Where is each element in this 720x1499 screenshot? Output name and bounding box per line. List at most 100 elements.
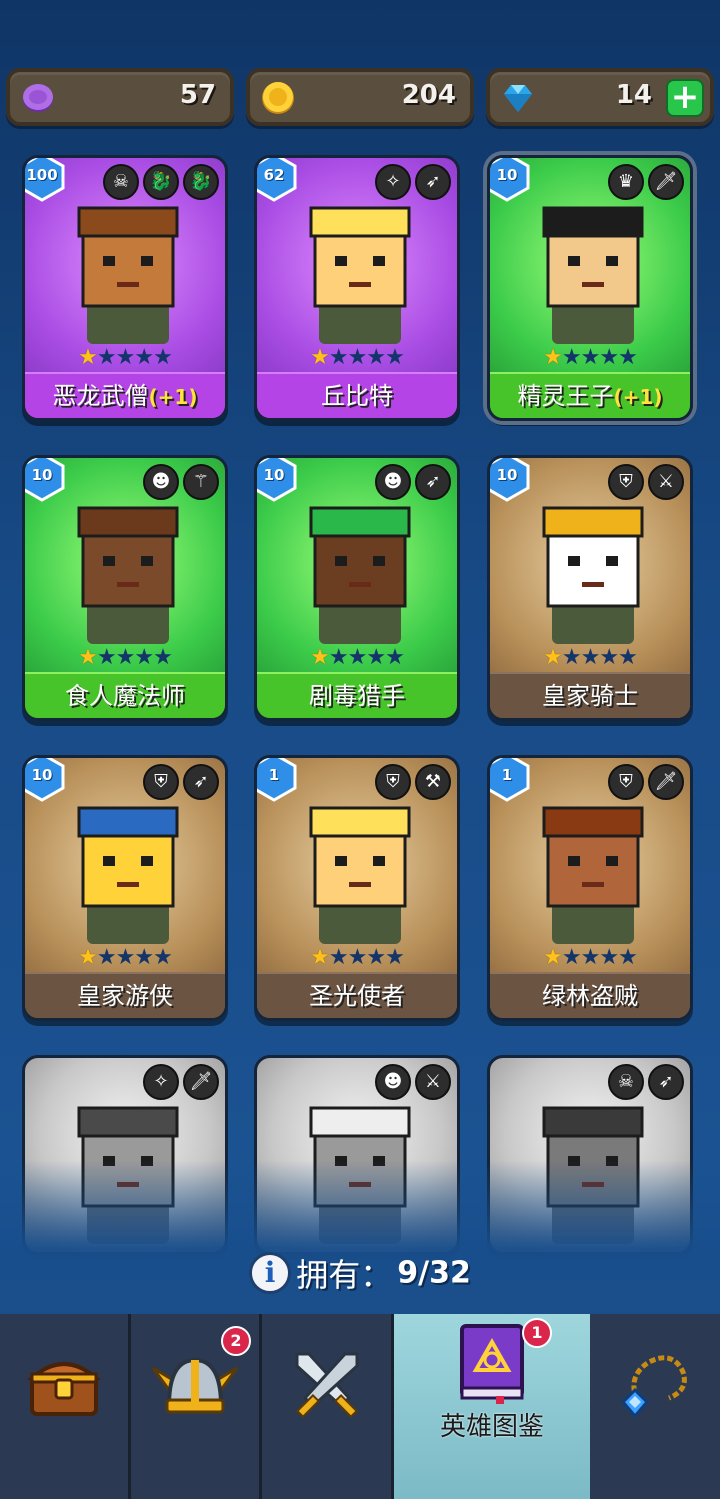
tab-heroes-upgrade[interactable]: 2 xyxy=(131,1314,262,1499)
hero-card[interactable]: 10 ☻ ⚚ ★★★★★ 食人魔法师 xyxy=(22,455,228,721)
hero-level: 10 xyxy=(496,466,518,484)
star-empty-icon: ★ xyxy=(347,645,368,670)
star-empty-icon: ★ xyxy=(328,645,349,670)
star-empty-icon: ★ xyxy=(153,945,173,970)
hero-card[interactable]: 100 ☠ 🐉 🐉 ★★★★★ 恶龙武僧(+1) xyxy=(22,155,228,421)
hero-card[interactable]: 10 ♛ 🗡 ★★★★★ 精灵王子(+1) xyxy=(487,155,693,421)
hero-name-bar: 精灵王子(+1) xyxy=(490,372,690,418)
notification-badge: 1 xyxy=(522,1318,552,1348)
hero-name: 丘比特 xyxy=(321,382,393,410)
hero-portrait xyxy=(542,206,644,344)
hero-stars: ★★★★★ xyxy=(490,646,690,670)
hero-level: 10 xyxy=(263,466,285,484)
star-filled-icon: ★ xyxy=(543,645,563,670)
hero-name-bar: 绿林盗贼 xyxy=(490,972,690,1018)
star-empty-icon: ★ xyxy=(561,345,582,370)
star-filled-icon: ★ xyxy=(310,945,330,970)
hero-level: 10 xyxy=(31,466,53,484)
hero-card[interactable]: 62 ✧ ➶ ★★★★★ 丘比特 xyxy=(254,155,460,421)
notification-badge: 2 xyxy=(221,1326,251,1356)
hero-card[interactable]: 10 ⛨ ➶ ★★★★★ 皇家游侠 xyxy=(22,755,228,1021)
hero-card[interactable]: 10 ☻ ➶ ★★★★★ 剧毒猎手 xyxy=(254,455,460,721)
hero-stars: ★★★★★ xyxy=(25,646,225,670)
hero-stars: ★★★★★ xyxy=(490,346,690,370)
star-empty-icon: ★ xyxy=(347,345,368,370)
hero-name-bar: 皇家骑士 xyxy=(490,672,690,718)
viking-helmet-icon xyxy=(151,1357,239,1414)
token-counter: 57 xyxy=(6,68,234,126)
hero-level: 1 xyxy=(501,766,513,784)
hero-name: 恶龙武僧 xyxy=(52,382,149,410)
owned-counter: i 拥有： 9/32 xyxy=(0,1250,720,1296)
tab-hero-codex-label: 英雄图鉴 xyxy=(439,1412,544,1442)
info-icon[interactable]: i xyxy=(249,1252,292,1294)
tab-chest[interactable] xyxy=(0,1314,131,1499)
star-empty-icon: ★ xyxy=(618,645,638,670)
tab-hero-codex[interactable]: 1 英雄图鉴 xyxy=(394,1314,590,1499)
hero-stars: ★★★★★ xyxy=(257,346,457,370)
crossed-swords-icon xyxy=(295,1352,358,1419)
star-empty-icon: ★ xyxy=(96,645,117,670)
treasure-chest-icon xyxy=(26,1362,102,1416)
hero-portrait xyxy=(309,206,411,344)
hero-card[interactable]: 1 ⛨ ⚒ ★★★★★ 圣光使者 xyxy=(254,755,460,1021)
hero-level: 10 xyxy=(31,766,53,784)
hero-name-bar: 剧毒猎手 xyxy=(257,672,457,718)
star-empty-icon: ★ xyxy=(134,645,154,670)
tab-battle[interactable] xyxy=(262,1314,394,1499)
owned-label: 拥有： xyxy=(296,1256,393,1294)
hero-name: 皇家骑士 xyxy=(542,682,638,710)
star-empty-icon: ★ xyxy=(385,945,405,970)
star-empty-icon: ★ xyxy=(599,945,619,970)
gem-counter: 14 + xyxy=(486,68,714,126)
buy-gems-button[interactable]: + xyxy=(666,79,704,117)
star-empty-icon: ★ xyxy=(385,345,405,370)
hero-level: 62 xyxy=(263,166,285,184)
star-empty-icon: ★ xyxy=(599,645,619,670)
hero-name-bar: 皇家游侠 xyxy=(25,972,225,1018)
star-empty-icon: ★ xyxy=(366,645,386,670)
star-empty-icon: ★ xyxy=(134,345,154,370)
star-filled-icon: ★ xyxy=(543,945,563,970)
hero-bonus: (+1) xyxy=(148,385,198,409)
gem-icon xyxy=(504,85,532,112)
hero-card[interactable]: 1 ⛨ 🗡 ★★★★★ 绿林盗贼 xyxy=(487,755,693,1021)
star-empty-icon: ★ xyxy=(153,345,173,370)
hero-stars: ★★★★★ xyxy=(257,646,457,670)
star-empty-icon: ★ xyxy=(561,945,582,970)
scroll-fade xyxy=(0,1160,720,1320)
tab-equipment[interactable] xyxy=(590,1314,720,1499)
hero-name-bar: 食人魔法师 xyxy=(25,672,225,718)
hero-level: 1 xyxy=(268,766,280,784)
star-empty-icon: ★ xyxy=(366,945,386,970)
owned-count: 9/32 xyxy=(397,1255,471,1291)
hero-portrait xyxy=(77,206,179,344)
star-empty-icon: ★ xyxy=(347,945,368,970)
star-empty-icon: ★ xyxy=(96,945,117,970)
hero-portrait xyxy=(542,506,644,644)
hero-level: 100 xyxy=(26,166,58,184)
hero-name: 剧毒猎手 xyxy=(309,682,405,710)
star-filled-icon: ★ xyxy=(310,645,330,670)
star-empty-icon: ★ xyxy=(115,645,136,670)
hero-level: 10 xyxy=(496,166,518,184)
star-empty-icon: ★ xyxy=(366,345,386,370)
hero-name: 皇家游侠 xyxy=(77,982,173,1010)
star-empty-icon: ★ xyxy=(328,945,349,970)
hero-name: 食人魔法师 xyxy=(65,682,185,710)
star-empty-icon: ★ xyxy=(618,945,638,970)
star-empty-icon: ★ xyxy=(618,345,638,370)
hero-card[interactable]: 10 ⛨ ⚔ ★★★★★ 皇家骑士 xyxy=(487,455,693,721)
star-empty-icon: ★ xyxy=(153,645,173,670)
hero-portrait xyxy=(77,506,179,644)
star-empty-icon: ★ xyxy=(580,945,601,970)
token-count: 57 xyxy=(179,80,216,110)
star-empty-icon: ★ xyxy=(580,645,601,670)
star-filled-icon: ★ xyxy=(78,345,98,370)
hero-name-bar: 恶龙武僧(+1) xyxy=(25,372,225,418)
hero-name-bar: 圣光使者 xyxy=(257,972,457,1018)
hero-name-bar: 丘比特 xyxy=(257,372,457,418)
star-empty-icon: ★ xyxy=(134,945,154,970)
star-empty-icon: ★ xyxy=(385,645,405,670)
star-filled-icon: ★ xyxy=(78,645,98,670)
